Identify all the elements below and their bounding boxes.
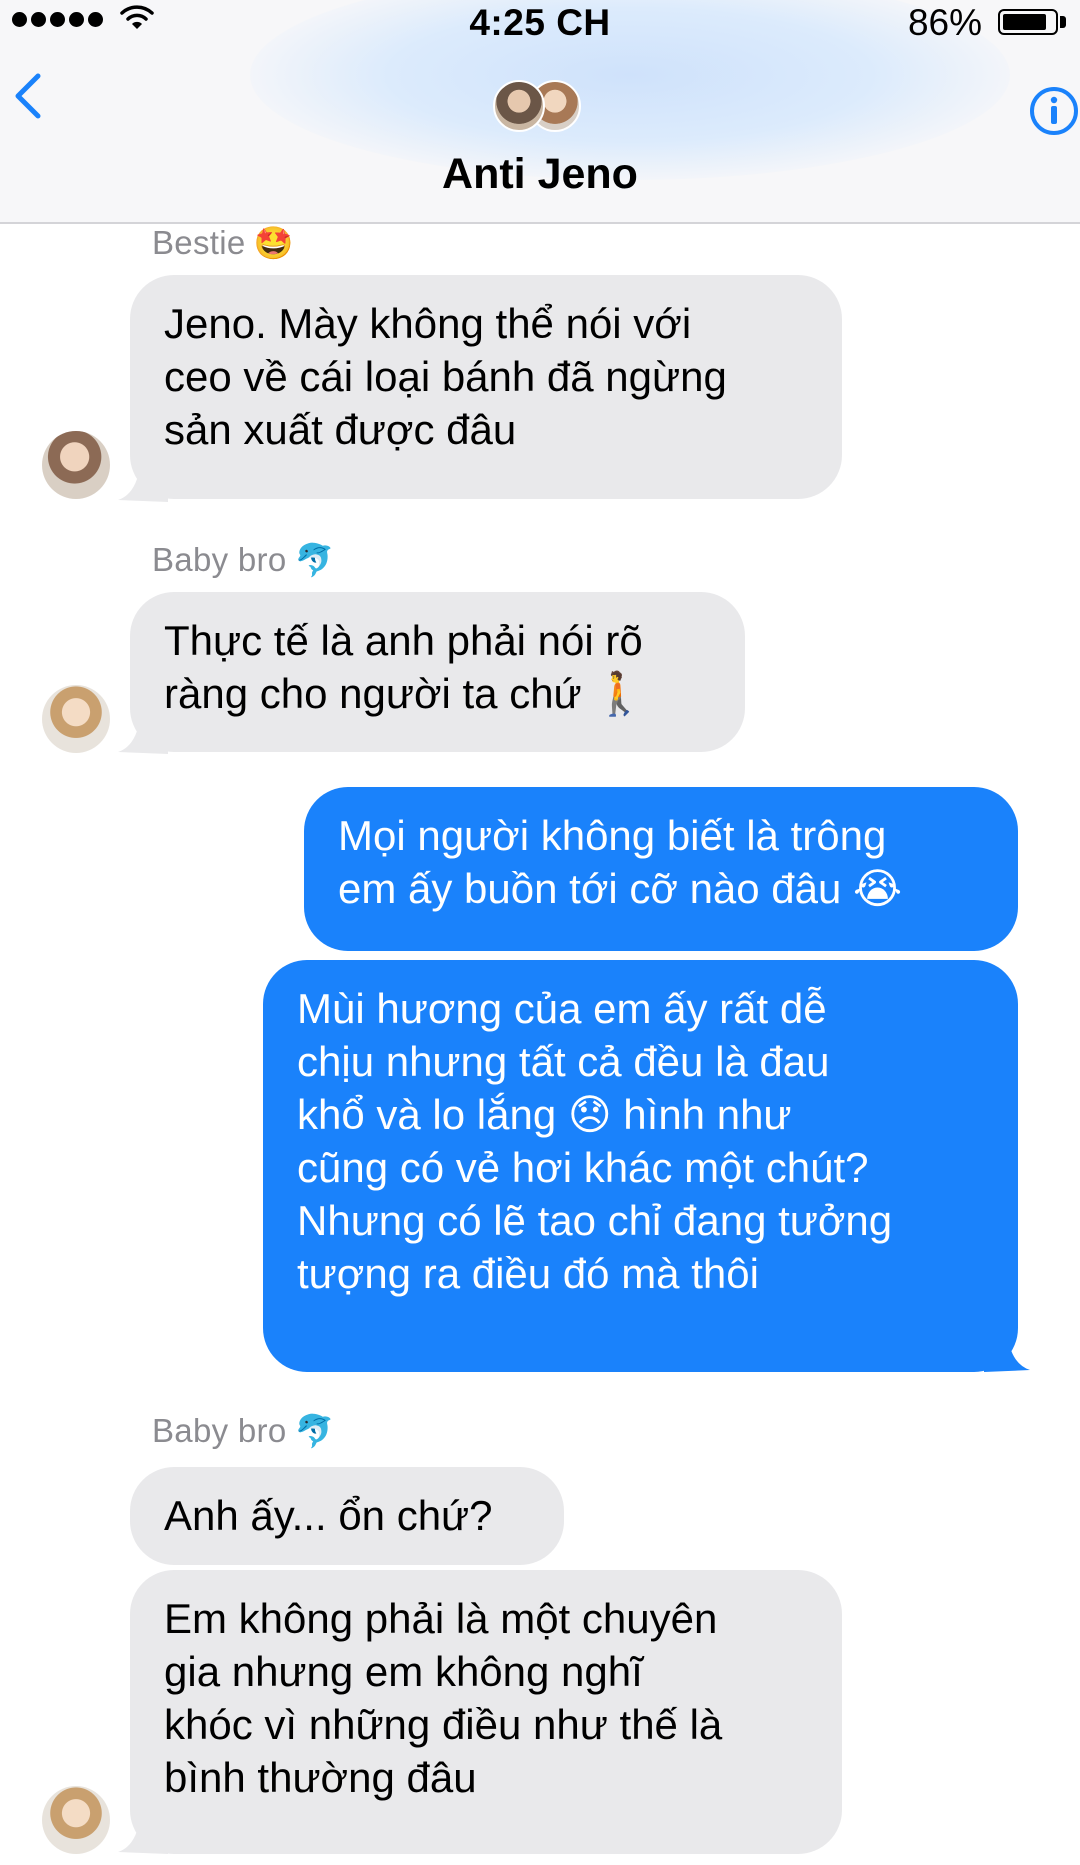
status-bar: 4:25 CH 86% xyxy=(0,0,1080,46)
message-bubble[interactable]: Anh ấy... ổn chứ? xyxy=(130,1467,564,1565)
chat-header: 4:25 CH 86% Anti Jeno xyxy=(0,0,1080,224)
back-button[interactable] xyxy=(6,66,52,126)
bubble-tail xyxy=(984,1338,1030,1372)
sender-name: Baby bro 🐬 xyxy=(152,1412,335,1450)
sender-name: Bestie 🤩 xyxy=(152,224,294,262)
battery-percentage: 86% xyxy=(907,2,982,43)
avatar xyxy=(493,80,545,132)
avatar[interactable] xyxy=(42,1786,110,1854)
info-button[interactable] xyxy=(1028,85,1080,137)
avatar[interactable] xyxy=(42,685,110,753)
battery-icon xyxy=(998,9,1058,35)
sender-emoji: 🤩 xyxy=(253,225,294,261)
chat-title[interactable]: Anti Jeno xyxy=(0,150,1080,199)
avatar[interactable] xyxy=(42,431,110,499)
message-bubble[interactable]: Thực tế là anh phải nói rõ ràng cho ngườ… xyxy=(130,592,745,752)
message-bubble[interactable]: Mọi người không biết là trông em ấy buồn… xyxy=(304,787,1018,951)
message-bubble[interactable]: Jeno. Mày không thể nói với ceo về cái l… xyxy=(130,275,842,499)
sender-emoji: 🐬 xyxy=(294,1413,335,1449)
sender-label: Baby bro xyxy=(152,541,287,578)
battery-tip xyxy=(1060,16,1066,28)
sender-label: Bestie xyxy=(152,224,246,261)
message-bubble[interactable]: Mùi hương của em ấy rất dễ chịu nhưng tấ… xyxy=(263,960,1018,1372)
battery-fill xyxy=(1003,14,1046,30)
sender-emoji: 🐬 xyxy=(294,542,335,578)
sender-label: Baby bro xyxy=(152,1412,287,1449)
group-avatar-stack[interactable] xyxy=(493,80,593,136)
sender-name: Baby bro 🐬 xyxy=(152,541,335,579)
message-bubble[interactable]: Em không phải là một chuyên gia nhưng em… xyxy=(130,1570,842,1854)
